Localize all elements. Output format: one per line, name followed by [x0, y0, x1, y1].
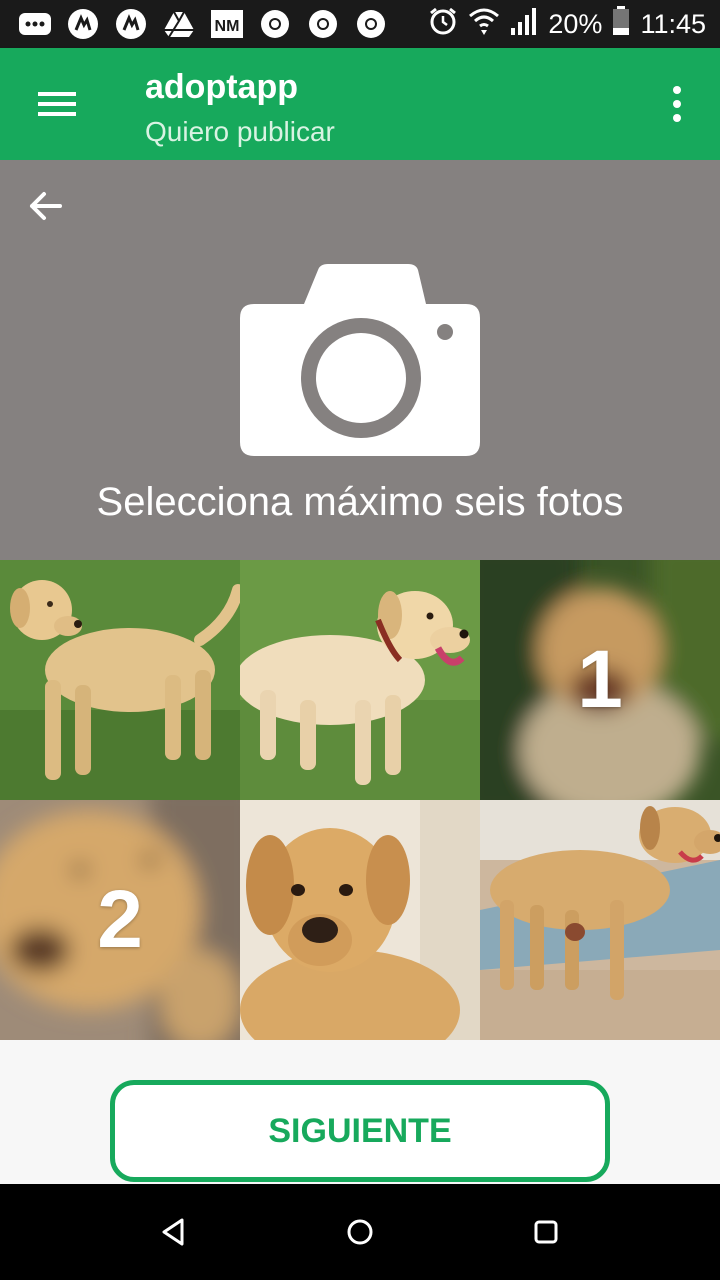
- photo-overlay-number: [240, 560, 480, 800]
- menu-button[interactable]: [30, 84, 82, 124]
- next-button[interactable]: SIGUIENTE: [110, 1080, 610, 1182]
- camera-button[interactable]: [240, 264, 480, 456]
- photo-thumbnail[interactable]: [240, 800, 480, 1040]
- chrome-icon: [258, 8, 292, 40]
- status-bar: NM 20% 11:45: [0, 0, 720, 48]
- photo-thumbnail[interactable]: [0, 560, 240, 800]
- wifi-icon: [468, 6, 500, 43]
- circle-home-icon: [347, 1219, 373, 1245]
- photo-thumbnail[interactable]: [480, 800, 720, 1040]
- photo-thumbnail[interactable]: 2: [0, 800, 240, 1040]
- app-bar: adoptapp Quiero publicar: [0, 48, 720, 160]
- chrome-icon: [306, 8, 340, 40]
- notification-icons: NM: [18, 8, 388, 40]
- square-recents-icon: [534, 1220, 558, 1244]
- photo-thumbnail[interactable]: 1: [480, 560, 720, 800]
- drive-icon: [162, 8, 196, 40]
- photo-picker-header: Selecciona máximo seis fotos: [0, 160, 720, 560]
- photo-overlay-number: [240, 800, 480, 1040]
- battery-percent: 20%: [548, 9, 603, 39]
- photo-overlay-number: 2: [97, 874, 143, 965]
- app-subtitle: Quiero publicar: [145, 116, 335, 147]
- svg-text:NM: NM: [215, 18, 240, 35]
- photo-grid: 1 2: [0, 560, 720, 1040]
- camera-icon: [240, 264, 480, 456]
- photo-overlay-number: [480, 800, 720, 1040]
- clock: 11:45: [640, 9, 706, 39]
- more-notifications-icon: [18, 8, 52, 40]
- music-app-icon: [114, 8, 148, 40]
- hamburger-menu-icon: [38, 92, 76, 116]
- signal-icon: [510, 6, 538, 43]
- battery-icon: [612, 6, 630, 43]
- nav-recents-button[interactable]: [526, 1212, 566, 1252]
- nav-home-button[interactable]: [340, 1212, 380, 1252]
- back-button[interactable]: [24, 184, 68, 228]
- chrome-icon: [354, 8, 388, 40]
- system-indicators: 20% 11:45: [428, 6, 706, 43]
- alarm-icon: [428, 6, 458, 43]
- music-app-icon: [66, 8, 100, 40]
- triangle-back-icon: [162, 1218, 184, 1246]
- app-title: adoptapp: [145, 68, 298, 106]
- more-vertical-icon: [673, 86, 681, 122]
- nav-back-button[interactable]: [154, 1212, 194, 1252]
- navigation-bar: [0, 1184, 720, 1280]
- photo-overlay-number: [0, 560, 240, 800]
- photo-overlay-number: 1: [577, 634, 623, 725]
- photo-thumbnail[interactable]: [240, 560, 480, 800]
- overflow-menu-button[interactable]: [660, 82, 694, 126]
- arrow-back-icon: [30, 192, 62, 220]
- nm-app-icon: NM: [210, 8, 244, 40]
- photo-limit-hint: Selecciona máximo seis fotos: [96, 480, 624, 524]
- bottom-action-area: SIGUIENTE: [0, 1040, 720, 1184]
